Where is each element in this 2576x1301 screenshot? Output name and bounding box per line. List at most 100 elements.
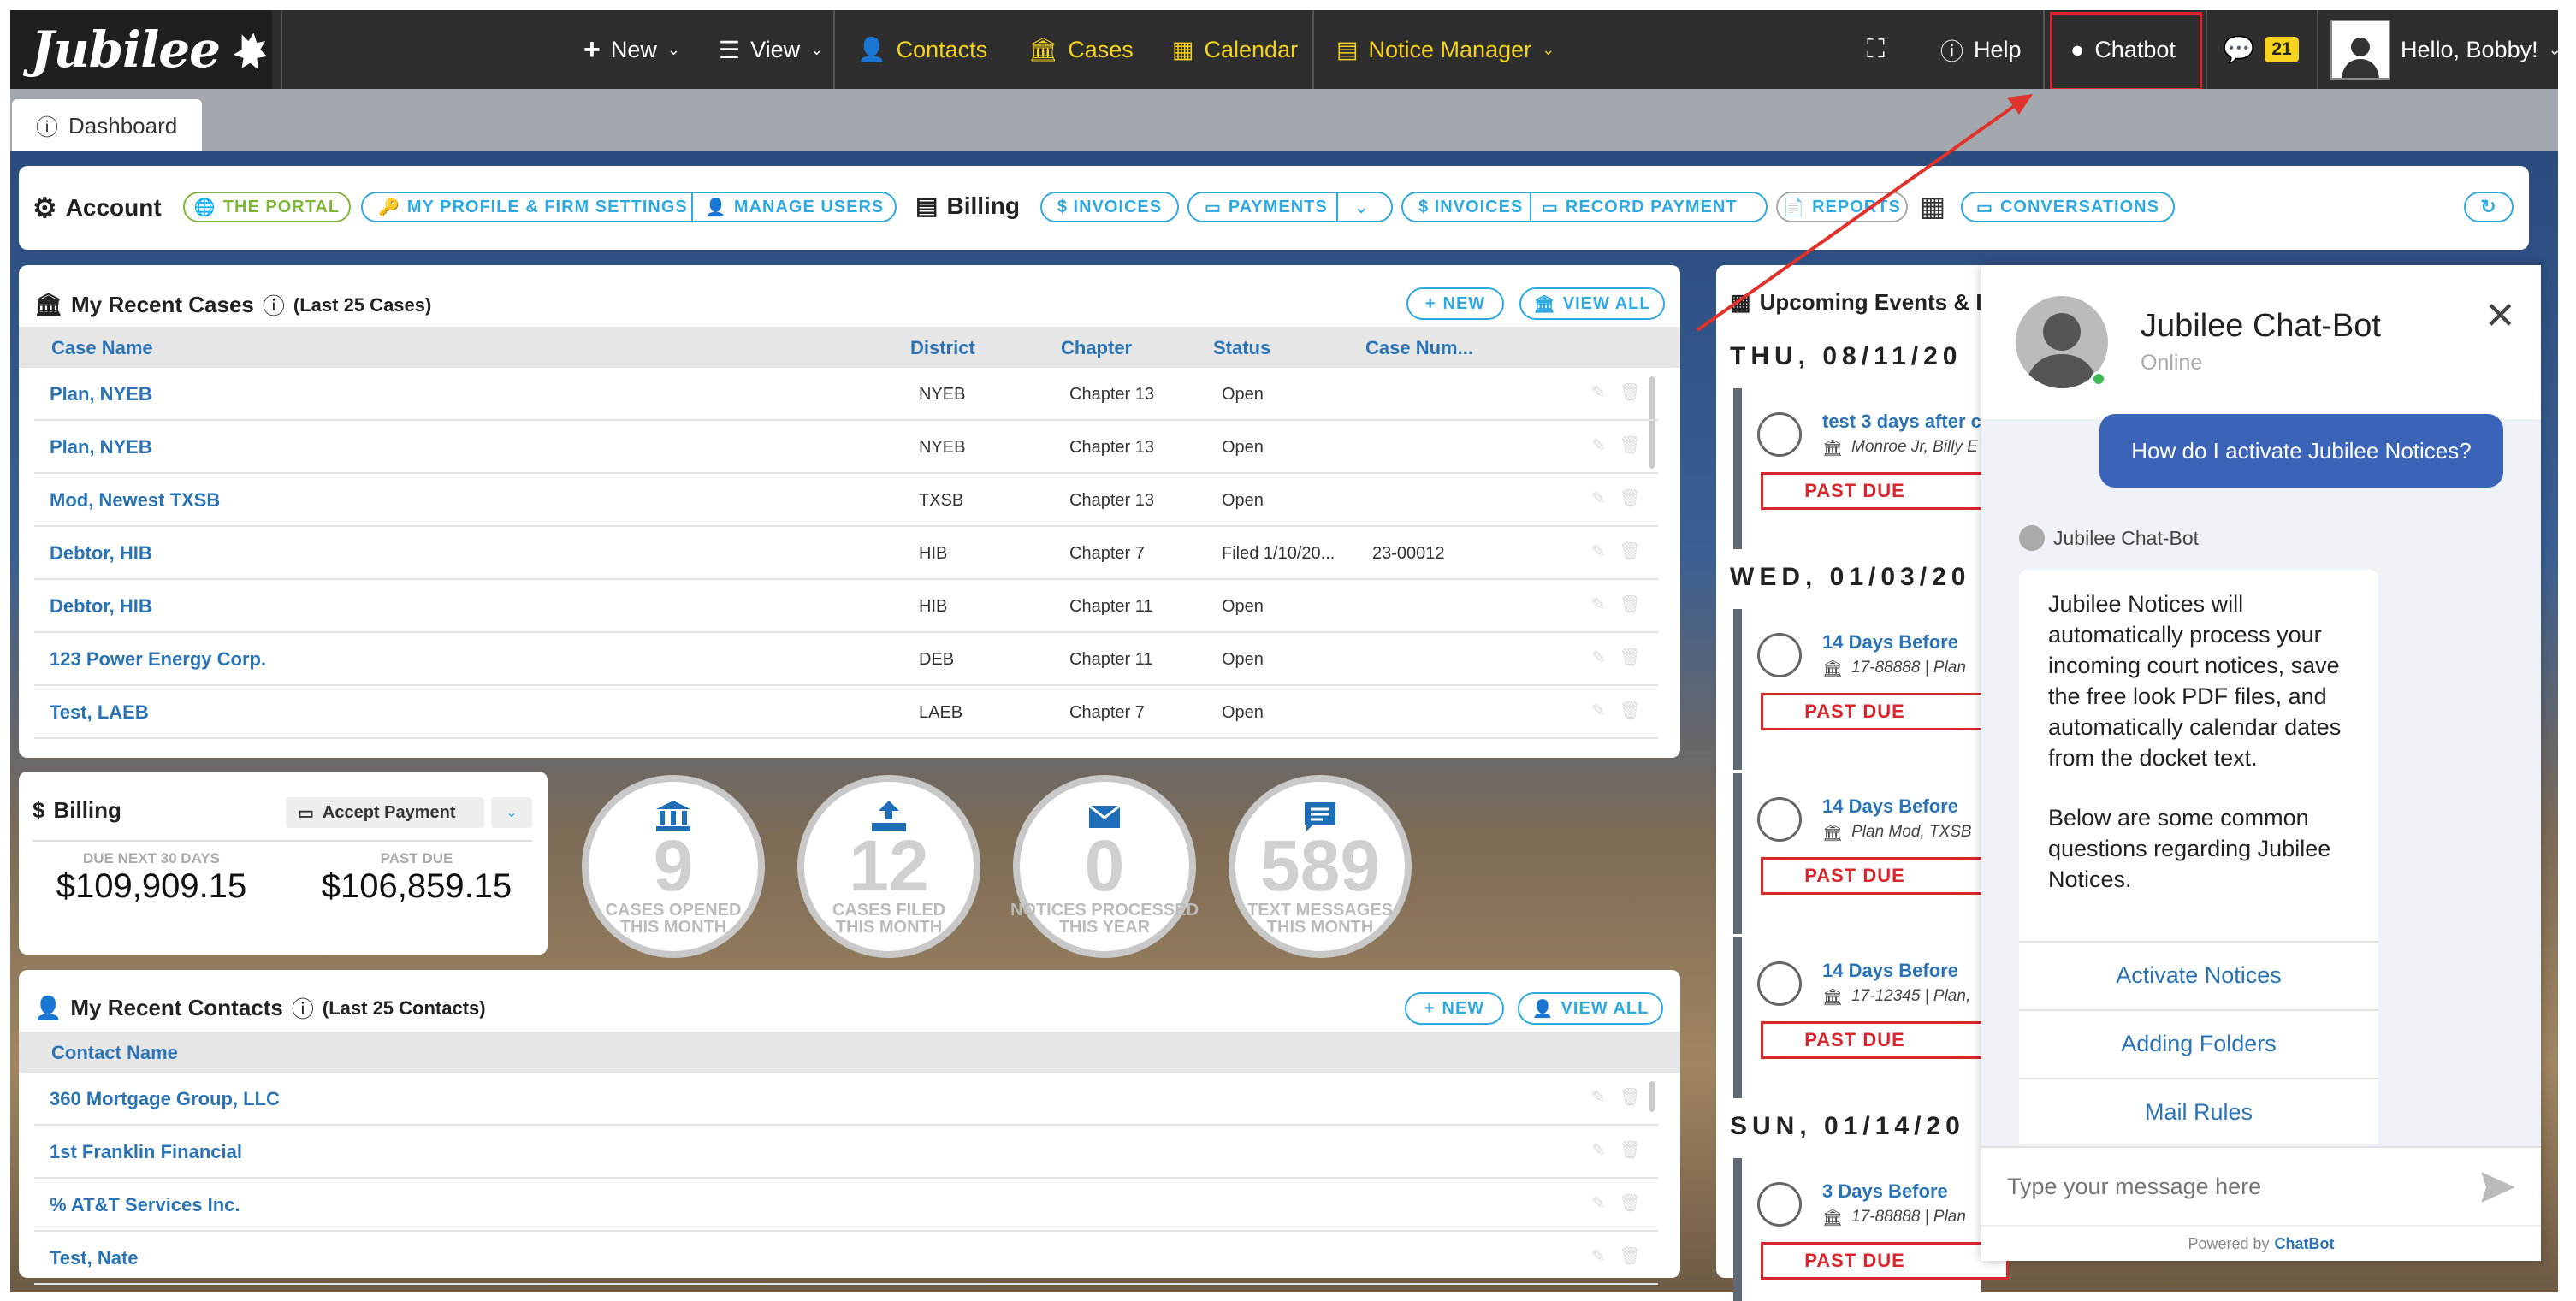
- chat-message-input[interactable]: [2007, 1165, 2452, 1208]
- option-mail-rules[interactable]: Mail Rules: [2019, 1078, 2378, 1144]
- case-name-link[interactable]: Test, LAEB: [50, 701, 149, 724]
- new-menu[interactable]: + New ⌄: [583, 10, 680, 89]
- option-activate-notices[interactable]: Activate Notices: [2019, 941, 2378, 1008]
- trash-icon[interactable]: 🗑: [1620, 1086, 1641, 1108]
- event-item[interactable]: 14 Days Before 🏛 17-12345 | Plan, PAST DUE: [1733, 937, 2009, 1098]
- trash-icon[interactable]: 🗑: [1620, 381, 1641, 403]
- contact-name-link[interactable]: 360 Mortgage Group, LLC: [50, 1088, 280, 1110]
- event-complete-checkbox[interactable]: [1757, 797, 1802, 842]
- stat-notices-processed[interactable]: 0 NOTICES PROCESSED THIS YEAR: [1010, 775, 1199, 958]
- stat-text-messages[interactable]: 589 TEXT MESSAGES THIS MONTH: [1229, 775, 1412, 958]
- contact-name-link[interactable]: 1st Franklin Financial: [50, 1141, 242, 1163]
- stat-cases-filed[interactable]: 12 CASES FILED THIS MONTH: [797, 775, 980, 958]
- event-title[interactable]: 3 Days Before: [1822, 1180, 1948, 1203]
- event-complete-checkbox[interactable]: [1757, 961, 1802, 1006]
- conversations-button[interactable]: ▭ CONVERSATIONS: [1961, 192, 2175, 222]
- nav-cases[interactable]: 🏛 Cases: [1028, 10, 1134, 89]
- table-row[interactable]: Test, LAEB LAEB Chapter 7 Open ✎ 🗑: [34, 686, 1658, 739]
- col-district[interactable]: District: [910, 337, 975, 359]
- table-row[interactable]: Plan, NYEB NYEB Chapter 13 Open ✎ 🗑: [34, 368, 1658, 421]
- event-complete-checkbox[interactable]: [1757, 633, 1802, 677]
- new-contact-button[interactable]: + NEW: [1405, 992, 1504, 1025]
- case-name-link[interactable]: Debtor, HIB: [50, 542, 152, 565]
- my-profile-button[interactable]: 🔑 MY PROFILE & FIRM SETTINGS: [378, 192, 688, 222]
- edit-icon[interactable]: ✎: [1591, 700, 1606, 721]
- option-adding-folders[interactable]: Adding Folders: [2019, 1009, 2378, 1076]
- view-all-cases-button[interactable]: 🏛 VIEW ALL: [1519, 287, 1665, 320]
- col-chapter[interactable]: Chapter: [1061, 337, 1132, 359]
- event-item[interactable]: 14 Days Before 🏛 17-88888 | Plan PAST DUE: [1733, 609, 2009, 770]
- table-row[interactable]: Plan, NYEB NYEB Chapter 13 Open ✎ 🗑: [34, 421, 1658, 474]
- reports-button[interactable]: 📄 REPORTS: [1776, 192, 1908, 222]
- trash-icon[interactable]: 🗑: [1620, 1192, 1641, 1214]
- table-row[interactable]: 123 Power Energy Corp. DEB Chapter 11 Open ✎…: [34, 633, 1658, 686]
- event-title[interactable]: 14 Days Before: [1822, 960, 1958, 982]
- nav-contacts[interactable]: 👤 Contacts: [857, 10, 987, 89]
- event-complete-checkbox[interactable]: [1757, 412, 1802, 457]
- trash-icon[interactable]: 🗑: [1620, 541, 1641, 562]
- col-status[interactable]: Status: [1213, 337, 1270, 359]
- event-title[interactable]: 14 Days Before: [1822, 631, 1958, 653]
- send-icon[interactable]: [2479, 1170, 2517, 1204]
- new-case-button[interactable]: + NEW: [1406, 287, 1504, 320]
- apps-grid-icon[interactable]: ▦: [1920, 190, 1945, 222]
- trash-icon[interactable]: 🗑: [1620, 647, 1641, 668]
- case-name-link[interactable]: Plan, NYEB: [50, 383, 152, 405]
- case-name-link[interactable]: Debtor, HIB: [50, 595, 152, 618]
- edit-icon[interactable]: ✎: [1591, 1086, 1606, 1108]
- event-item[interactable]: 14 Days Before 🏛 Plan Mod, TXSB PAST DUE: [1733, 773, 2009, 934]
- chatbot-brand-link[interactable]: ChatBot: [2275, 1235, 2335, 1253]
- case-name-link[interactable]: Mod, Newest TXSB: [50, 489, 220, 512]
- edit-icon[interactable]: ✎: [1591, 488, 1606, 509]
- event-item[interactable]: 3 Days Before 🏛 17-88888 | Plan PAST DUE: [1733, 1158, 2009, 1301]
- edit-icon[interactable]: ✎: [1591, 1245, 1606, 1267]
- table-row[interactable]: % AT&T Services Inc. ✎ 🗑: [34, 1179, 1658, 1232]
- table-row[interactable]: 360 Mortgage Group, LLC ✎ 🗑: [34, 1073, 1658, 1126]
- view-menu[interactable]: ☰ View ⌄: [719, 10, 823, 89]
- table-row[interactable]: Debtor, HIB HIB Chapter 7 Filed 1/10/20... 2…: [34, 527, 1658, 580]
- manage-users-button[interactable]: 👤 MANAGE USERS: [705, 192, 884, 222]
- fullscreen-button[interactable]: ⛶: [1867, 10, 1885, 89]
- the-portal-button[interactable]: 🌐 THE PORTAL: [183, 192, 351, 222]
- refresh-button[interactable]: ↻: [2464, 192, 2514, 222]
- col-case-name[interactable]: Case Name: [51, 337, 153, 359]
- tab-dashboard[interactable]: ⓘ Dashboard: [12, 99, 202, 152]
- edit-icon[interactable]: ✎: [1591, 381, 1606, 403]
- table-row[interactable]: 1st Franklin Financial ✎ 🗑: [34, 1126, 1658, 1179]
- contact-name-link[interactable]: Test, Nate: [50, 1247, 139, 1269]
- edit-icon[interactable]: ✎: [1591, 1192, 1606, 1214]
- table-row[interactable]: Mod, Newest TXSB TXSB Chapter 13 Open ✎ 🗑: [34, 474, 1658, 527]
- edit-icon[interactable]: ✎: [1591, 594, 1606, 615]
- accept-payment-dropdown[interactable]: ⌄: [491, 797, 532, 828]
- trash-icon[interactable]: 🗑: [1620, 488, 1641, 509]
- nav-calendar[interactable]: ▦ Calendar: [1172, 10, 1298, 89]
- invoices-secondary-button[interactable]: $ INVOICES: [1418, 192, 1523, 222]
- help-button[interactable]: ⓘ Help: [1940, 10, 2022, 89]
- messages-button[interactable]: 💬 21: [2223, 10, 2299, 89]
- table-row[interactable]: Debtor, HIB HIB Chapter 11 Open ✎ 🗑: [34, 580, 1658, 633]
- contact-name-link[interactable]: % AT&T Services Inc.: [50, 1194, 240, 1216]
- edit-icon[interactable]: ✎: [1591, 435, 1606, 456]
- jubilee-logo[interactable]: Jubilee: [10, 10, 272, 89]
- edit-icon[interactable]: ✎: [1591, 1139, 1606, 1161]
- trash-icon[interactable]: 🗑: [1620, 1139, 1641, 1161]
- case-name-link[interactable]: 123 Power Energy Corp.: [50, 648, 266, 671]
- view-all-contacts-button[interactable]: 👤 VIEW ALL: [1518, 992, 1663, 1025]
- col-contact-name[interactable]: Contact Name: [51, 1042, 178, 1064]
- invoices-button[interactable]: $ INVOICES: [1040, 192, 1179, 222]
- trash-icon[interactable]: 🗑: [1620, 1245, 1641, 1267]
- stat-cases-opened[interactable]: 9 CASES OPENED THIS MONTH: [582, 775, 765, 958]
- event-title[interactable]: test 3 days after c: [1822, 411, 1981, 433]
- event-complete-checkbox[interactable]: [1757, 1182, 1802, 1227]
- trash-icon[interactable]: 🗑: [1620, 435, 1641, 456]
- trash-icon[interactable]: 🗑: [1620, 594, 1641, 615]
- accept-payment-button[interactable]: ▭ Accept Payment: [286, 797, 484, 828]
- event-item[interactable]: test 3 days after c 🏛 Monroe Jr, Billy E PA…: [1733, 388, 2009, 549]
- nav-notice-manager[interactable]: ▤ Notice Manager ⌄: [1336, 10, 1554, 89]
- trash-icon[interactable]: 🗑: [1620, 700, 1641, 721]
- table-row[interactable]: Test, Nate ✎ 🗑: [34, 1232, 1658, 1285]
- col-case-number[interactable]: Case Num...: [1365, 337, 1473, 359]
- edit-icon[interactable]: ✎: [1591, 541, 1606, 562]
- edit-icon[interactable]: ✎: [1591, 647, 1606, 668]
- close-chat-button[interactable]: ✕: [2484, 298, 2516, 335]
